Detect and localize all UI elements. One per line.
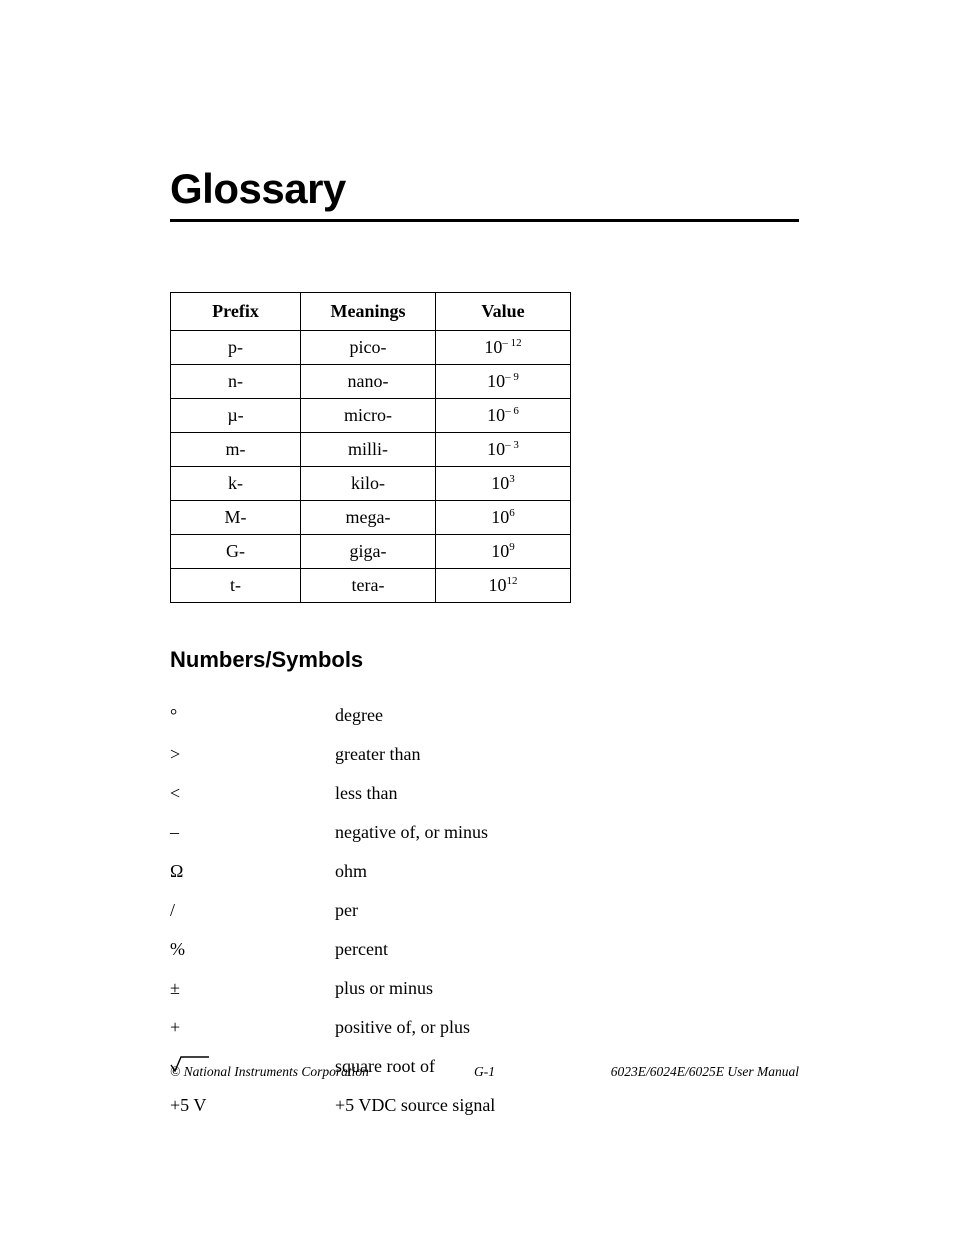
cell-meaning: mega- — [301, 501, 436, 535]
cell-prefix: G- — [171, 535, 301, 569]
table-row: m-milli-10– 3 — [171, 433, 571, 467]
header-meanings: Meanings — [301, 293, 436, 331]
cell-prefix: M- — [171, 501, 301, 535]
definition-row: +5 V+5 VDC source signal — [170, 1095, 799, 1116]
cell-meaning: giga- — [301, 535, 436, 569]
cell-meaning: micro- — [301, 399, 436, 433]
definition-text: per — [335, 900, 799, 921]
cell-meaning: tera- — [301, 569, 436, 603]
table-row: µ-micro-10– 6 — [171, 399, 571, 433]
definition-symbol: + — [170, 1017, 335, 1038]
definitions-list: °degree>greater than<less than–negative … — [170, 705, 799, 1116]
definition-row: >greater than — [170, 744, 799, 765]
section-heading: Numbers/Symbols — [170, 647, 799, 673]
definition-row: <less than — [170, 783, 799, 804]
table-row: n-nano-10– 9 — [171, 365, 571, 399]
definition-text: negative of, or minus — [335, 822, 799, 843]
cell-prefix: n- — [171, 365, 301, 399]
cell-prefix: p- — [171, 331, 301, 365]
cell-meaning: nano- — [301, 365, 436, 399]
cell-value: 1012 — [436, 569, 571, 603]
footer-right: 6023E/6024E/6025E User Manual — [611, 1064, 799, 1080]
cell-prefix: m- — [171, 433, 301, 467]
definition-row: °degree — [170, 705, 799, 726]
definition-symbol: – — [170, 822, 335, 843]
page-footer: © National Instruments Corporation G-1 6… — [170, 1064, 799, 1080]
definition-text: ohm — [335, 861, 799, 882]
definition-symbol: ° — [170, 705, 335, 726]
cell-meaning: kilo- — [301, 467, 436, 501]
cell-prefix: t- — [171, 569, 301, 603]
definition-symbol: ± — [170, 978, 335, 999]
definition-text: less than — [335, 783, 799, 804]
definition-symbol: / — [170, 900, 335, 921]
footer-left: © National Instruments Corporation — [170, 1064, 369, 1080]
prefix-table: Prefix Meanings Value p-pico-10– 12n-nan… — [170, 292, 571, 603]
definition-symbol: % — [170, 939, 335, 960]
cell-value: 10– 9 — [436, 365, 571, 399]
table-header-row: Prefix Meanings Value — [171, 293, 571, 331]
page-title: Glossary — [170, 165, 799, 213]
cell-value: 10– 6 — [436, 399, 571, 433]
definition-row: /per — [170, 900, 799, 921]
cell-prefix: k- — [171, 467, 301, 501]
definition-text: positive of, or plus — [335, 1017, 799, 1038]
table-row: k-kilo-103 — [171, 467, 571, 501]
cell-meaning: milli- — [301, 433, 436, 467]
cell-value: 106 — [436, 501, 571, 535]
cell-value: 10– 3 — [436, 433, 571, 467]
definition-symbol: Ω — [170, 861, 335, 882]
cell-meaning: pico- — [301, 331, 436, 365]
table-row: G-giga-109 — [171, 535, 571, 569]
definition-symbol: < — [170, 783, 335, 804]
cell-prefix: µ- — [171, 399, 301, 433]
cell-value: 10– 12 — [436, 331, 571, 365]
table-row: p-pico-10– 12 — [171, 331, 571, 365]
definition-row: –negative of, or minus — [170, 822, 799, 843]
cell-value: 109 — [436, 535, 571, 569]
definition-row: %percent — [170, 939, 799, 960]
table-row: t-tera-1012 — [171, 569, 571, 603]
definition-text: plus or minus — [335, 978, 799, 999]
table-row: M-mega-106 — [171, 501, 571, 535]
definition-text: greater than — [335, 744, 799, 765]
title-rule — [170, 219, 799, 222]
definition-row: +positive of, or plus — [170, 1017, 799, 1038]
definition-text: degree — [335, 705, 799, 726]
definition-symbol: +5 V — [170, 1095, 335, 1116]
definition-text: +5 VDC source signal — [335, 1095, 799, 1116]
definition-symbol: > — [170, 744, 335, 765]
header-prefix: Prefix — [171, 293, 301, 331]
header-value: Value — [436, 293, 571, 331]
definition-row: ±plus or minus — [170, 978, 799, 999]
definition-row: Ωohm — [170, 861, 799, 882]
cell-value: 103 — [436, 467, 571, 501]
footer-center: G-1 — [474, 1064, 495, 1080]
definition-text: percent — [335, 939, 799, 960]
